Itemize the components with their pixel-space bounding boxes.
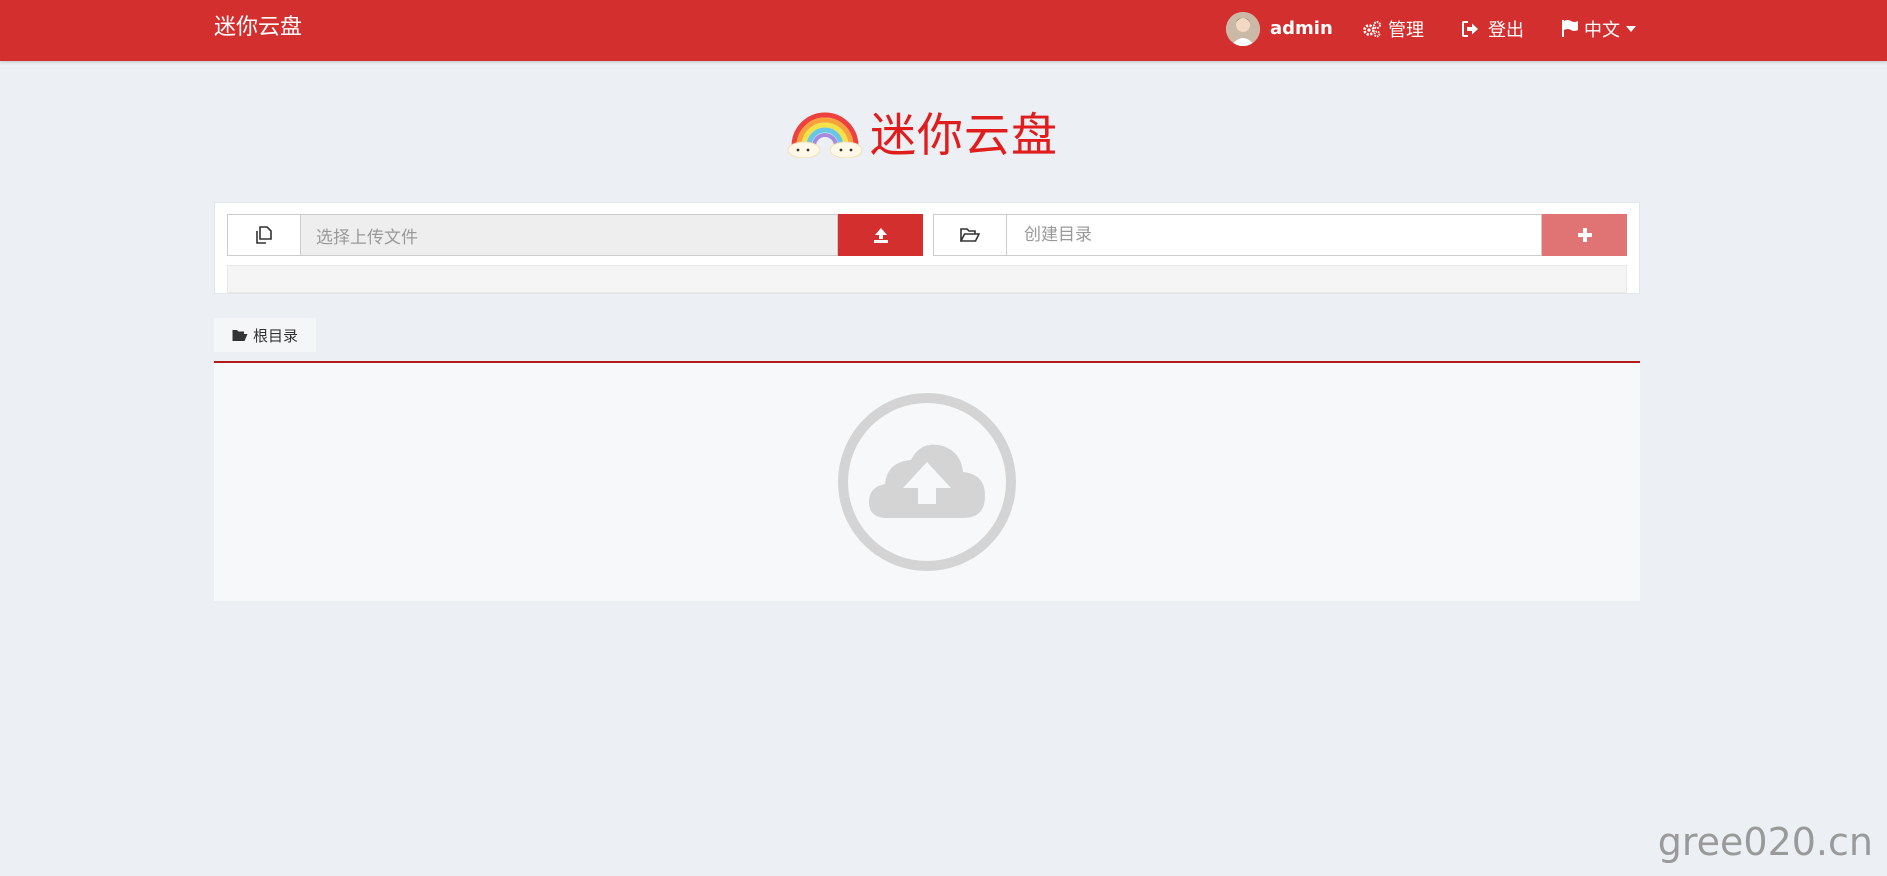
files-icon-addon bbox=[227, 214, 301, 256]
logo-text: 迷你云盘 bbox=[870, 108, 1058, 162]
mkdir-field bbox=[1007, 214, 1542, 256]
logout-link[interactable]: 登出 bbox=[1462, 0, 1524, 57]
files-icon bbox=[256, 226, 272, 244]
user-name: admin bbox=[1270, 18, 1333, 39]
file-select-input[interactable]: 选择上传文件 bbox=[301, 214, 838, 256]
manage-link[interactable]: 管理 bbox=[1362, 0, 1424, 57]
folder-icon-addon bbox=[933, 214, 1007, 256]
sign-out-icon bbox=[1462, 20, 1478, 37]
upload-progress-bar bbox=[227, 265, 1627, 293]
flag-icon bbox=[1562, 20, 1578, 37]
brand-link[interactable]: 迷你云盘 bbox=[214, 14, 302, 42]
rainbow-cloud-icon bbox=[787, 112, 863, 158]
plus-icon bbox=[1577, 228, 1592, 242]
gears-icon bbox=[1363, 20, 1381, 37]
mkdir-group bbox=[933, 214, 1627, 256]
folder-open-icon bbox=[232, 329, 248, 341]
file-list-area bbox=[214, 361, 1640, 601]
mkdir-input[interactable] bbox=[1022, 224, 1526, 246]
manage-label: 管理 bbox=[1388, 19, 1424, 41]
upload-button[interactable] bbox=[838, 214, 923, 256]
upload-panel: 选择上传文件 bbox=[214, 202, 1640, 294]
cloud-upload-icon[interactable] bbox=[837, 392, 1017, 572]
language-label: 中文 bbox=[1584, 19, 1620, 41]
language-dropdown[interactable]: 中文 bbox=[1562, 0, 1636, 57]
navbar: 迷你云盘 admin 管理 登出 中文 bbox=[0, 0, 1887, 61]
folder-open-icon bbox=[960, 228, 980, 242]
breadcrumb-root[interactable]: 根目录 bbox=[214, 318, 316, 352]
avatar bbox=[1226, 11, 1260, 46]
upload-icon bbox=[873, 228, 888, 243]
user-menu[interactable]: admin bbox=[1226, 0, 1333, 57]
logo: 迷你云盘 bbox=[786, 104, 1058, 162]
watermark: gree020.cn bbox=[1657, 820, 1873, 864]
create-folder-button[interactable] bbox=[1542, 214, 1627, 256]
caret-down-icon bbox=[1626, 25, 1636, 32]
breadcrumb-root-label: 根目录 bbox=[252, 326, 298, 345]
logout-label: 登出 bbox=[1488, 19, 1524, 41]
file-upload-group: 选择上传文件 bbox=[227, 214, 923, 256]
